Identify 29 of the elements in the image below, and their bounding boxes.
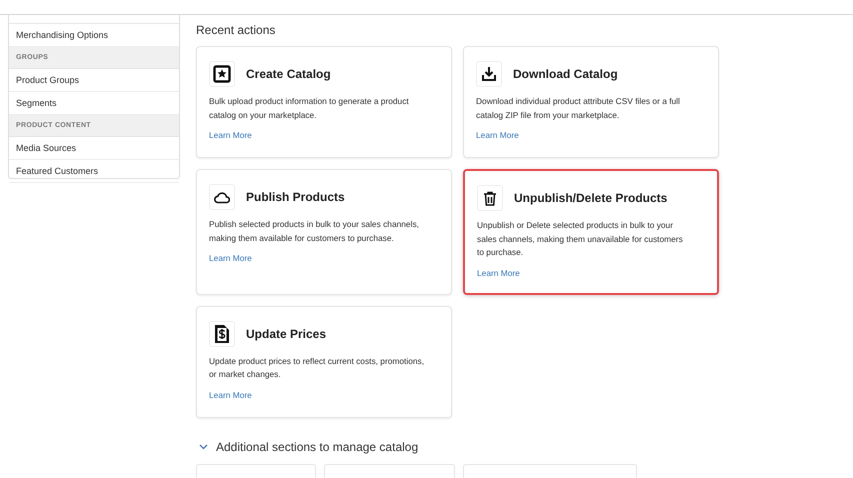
trash-icon (483, 190, 497, 206)
action-card[interactable]: Unpublish/Delete Products Unpublish or Delete selected products in bulk to your sales channels, making them unavailable for customers to purchase. Learn More (463, 169, 719, 294)
learn-more-link[interactable]: Learn More (476, 130, 519, 140)
card-title: Update Prices (246, 326, 326, 340)
download-icon (481, 66, 497, 82)
learn-more-link[interactable]: Learn More (209, 253, 252, 263)
action-card[interactable]: Create Catalog Bulk upload product information to generate a product catalog on your marketplace. Learn More (196, 46, 452, 158)
action-card[interactable]: Publish Products Publish selected products in bulk to your sales channels, making them available for customers to purchase. Learn More (196, 169, 452, 294)
sidebar-item[interactable]: Featured Customers (9, 160, 179, 183)
section-heading: Recent actions (196, 23, 276, 39)
action-card[interactable]: Download Catalog Download individual product attribute CSV files or a full catalog ZIP file from your marketplace. Learn More (463, 46, 719, 158)
section-heading: Additional sections to manage catalog (216, 440, 418, 454)
cloud-icon (214, 190, 230, 204)
card-title: Create Catalog (246, 67, 331, 81)
card-description: Update product prices to reflect current costs, promotions, or market changes. (209, 354, 426, 381)
action-card[interactable]: Update Prices Update product prices to reflect current costs, promotions, or market changes. Learn More (196, 306, 452, 418)
sidebar-item[interactable]: Product Groups (9, 69, 179, 92)
card-description: Download individual product attribute CSV files or a full catalog ZIP file from your marketplace. (476, 95, 681, 122)
card-description: Publish selected products in bulk to your sales channels, making them available for customers to purchase. (209, 218, 420, 245)
price-document-icon (214, 324, 230, 344)
learn-more-link[interactable]: Learn More (209, 390, 252, 400)
sidebar-item[interactable]: Media Sources (9, 137, 179, 160)
card-title: Publish Products (246, 190, 345, 204)
card-title: Unpublish/Delete Products (514, 191, 668, 205)
card-description: Bulk upload product information to generate a product catalog on your marketplace. (209, 95, 410, 122)
learn-more-link[interactable]: Learn More (209, 130, 252, 140)
card-description: Unpublish or Delete selected products in bulk to your sales channels, making them unavailable for customers to purchase. (477, 219, 684, 259)
learn-more-link[interactable]: Learn More (477, 268, 520, 278)
card-title: Download Catalog (513, 67, 618, 81)
